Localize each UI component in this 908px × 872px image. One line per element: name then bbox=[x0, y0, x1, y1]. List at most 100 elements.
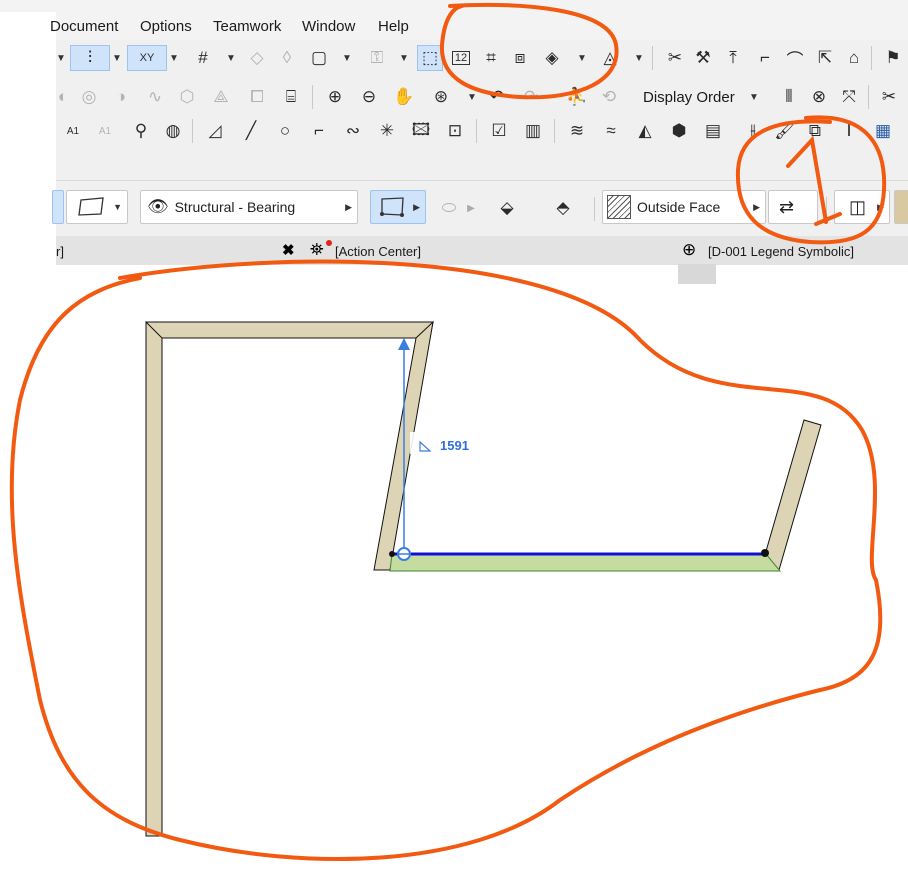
union-icon[interactable]: ◎ bbox=[76, 84, 102, 110]
trapezoid-wall-icon[interactable]: ⬙ bbox=[494, 195, 520, 221]
circle-icon[interactable]: ○ bbox=[272, 118, 298, 144]
tab-action-center[interactable]: [Action Center] bbox=[335, 244, 421, 259]
navigator-icon[interactable]: ⊗ bbox=[806, 84, 832, 110]
dropdown-arrow[interactable]: ▼ bbox=[226, 45, 236, 71]
menu-teamwork[interactable]: Teamwork bbox=[213, 18, 281, 35]
dropdown-arrow[interactable]: ▼ bbox=[112, 45, 122, 71]
shell-icon[interactable]: ◊ bbox=[274, 45, 300, 71]
flip-reference-button[interactable]: ⇄ bbox=[768, 190, 818, 224]
composite-icon[interactable]: ⬢ bbox=[666, 118, 692, 144]
curve-icon[interactable]: ∿ bbox=[142, 84, 168, 110]
layers-icon[interactable]: ≋ bbox=[564, 118, 590, 144]
tab-left-label[interactable]: r] bbox=[56, 244, 64, 259]
dropdown-arrow[interactable]: ▼ bbox=[169, 45, 179, 71]
fill-icon[interactable]: ◿ bbox=[202, 118, 228, 144]
triangle-circle-icon[interactable]: ◬ bbox=[597, 45, 623, 71]
slab-icon[interactable]: ◇ bbox=[244, 45, 270, 71]
menu-window[interactable]: Window bbox=[302, 18, 355, 35]
label-a1-grid-icon[interactable]: A1 bbox=[92, 118, 118, 144]
fit-window-icon[interactable]: ⊛ bbox=[428, 84, 454, 110]
dropdown-arrow[interactable]: ▼ bbox=[467, 84, 477, 110]
reference-line-button[interactable]: Outside Face ▶ bbox=[602, 190, 766, 224]
window-icon[interactable]: ▢ bbox=[306, 45, 332, 71]
layer-wall-button[interactable]: ◫ ▶ bbox=[834, 190, 890, 224]
scissors-icon[interactable]: ✂ bbox=[662, 45, 688, 71]
measure-icon[interactable]: 12 bbox=[446, 45, 476, 71]
hotspot-icon[interactable]: ✳ bbox=[374, 118, 400, 144]
magic-wand-icon[interactable]: ⬚ bbox=[417, 45, 443, 71]
fillet-icon[interactable]: ⌒ bbox=[782, 45, 808, 71]
group-icon[interactable]: ⧈ bbox=[507, 45, 533, 71]
box-icon[interactable]: ⧠ bbox=[244, 84, 270, 110]
geometry-method-button[interactable]: ▼ bbox=[66, 190, 128, 224]
zoom-in-icon[interactable]: ⊕ bbox=[322, 84, 348, 110]
tab-legend-symbolic[interactable]: [D-001 Legend Symbolic] bbox=[708, 244, 854, 259]
roof-icon[interactable]: ⌂ bbox=[841, 45, 867, 71]
table-grid-icon[interactable]: ▦ bbox=[870, 118, 896, 144]
walk-icon[interactable]: ⛹ bbox=[564, 84, 590, 110]
chevron-right-icon: ▶ bbox=[753, 201, 760, 212]
corner-icon[interactable]: ⌐ bbox=[752, 45, 778, 71]
profile-icon[interactable]: ▤ bbox=[700, 118, 726, 144]
dropdown-arrow[interactable]: ▼ bbox=[399, 45, 409, 71]
dropdown-arrow[interactable]: ▼ bbox=[634, 45, 644, 71]
close-tab-icon[interactable]: ✖ bbox=[282, 241, 295, 259]
explode-icon[interactable]: ⤧ bbox=[836, 84, 862, 110]
polygonal-wall-icon[interactable]: ⬘ bbox=[550, 195, 576, 221]
structural-function-button[interactable]: 👁 Structural - Bearing ▶ bbox=[140, 190, 358, 224]
slanted-wall-icon[interactable]: ⬭ bbox=[436, 195, 462, 221]
layer-toggle-icon[interactable]: ⫶ bbox=[70, 45, 110, 71]
subtract-icon[interactable]: ◑ bbox=[108, 84, 134, 110]
label-a1-icon[interactable]: A1 bbox=[60, 118, 86, 144]
hammer-icon[interactable]: ⚒ bbox=[690, 45, 716, 71]
morph-icon[interactable]: ⬡ bbox=[174, 84, 200, 110]
rotate-icon[interactable]: ◈ bbox=[539, 45, 565, 71]
flag-icon[interactable]: ⚑ bbox=[880, 45, 906, 71]
display-order-dropdown[interactable]: ▼ bbox=[749, 84, 759, 110]
menu-options[interactable]: Options bbox=[140, 18, 192, 35]
lock-icon[interactable]: ⚿ bbox=[364, 45, 390, 71]
spline-icon[interactable]: ∾ bbox=[340, 118, 366, 144]
hatch-icon[interactable]: ◭ bbox=[632, 118, 658, 144]
dropdown-arrow[interactable]: ▼ bbox=[577, 45, 587, 71]
info-box-left-fragment[interactable] bbox=[52, 190, 64, 224]
marker-pin-icon[interactable]: ⚲ bbox=[128, 118, 154, 144]
waves-icon[interactable]: ≈ bbox=[598, 118, 624, 144]
dimension-value: 1591 bbox=[440, 438, 469, 453]
mesh-icon[interactable]: ⟁ bbox=[208, 84, 234, 110]
resize-icon[interactable]: ⇱ bbox=[812, 45, 838, 71]
redo-zoom-icon[interactable]: ↷ bbox=[518, 84, 544, 110]
check-list-icon[interactable]: ☑ bbox=[486, 118, 512, 144]
sphere-icon[interactable]: ◐ bbox=[50, 84, 76, 110]
polyline-icon[interactable]: ⌐ bbox=[306, 118, 332, 144]
zoom-out-icon[interactable]: ⊖ bbox=[356, 84, 382, 110]
undo-zoom-icon[interactable]: ↶ bbox=[484, 84, 510, 110]
globe-icon[interactable]: ◍ bbox=[160, 118, 186, 144]
align-up-icon[interactable]: ⤒ bbox=[720, 45, 746, 71]
cylinder-icon[interactable]: ⌸ bbox=[278, 84, 304, 110]
columns-icon[interactable]: ▥ bbox=[520, 118, 546, 144]
dropdown-arrow[interactable]: ▶ bbox=[466, 195, 476, 221]
beam-icon[interactable]: Ⅰ bbox=[836, 118, 862, 144]
intersect-icon[interactable]: ⌗ bbox=[478, 45, 504, 71]
wall-section-icon: ◫ bbox=[849, 196, 867, 217]
dropdown-arrow[interactable]: ▼ bbox=[56, 45, 66, 71]
pan-hand-icon[interactable]: ✋ bbox=[391, 84, 417, 110]
dropdown-arrow[interactable]: ▼ bbox=[342, 45, 352, 71]
scissors-icon[interactable]: ✂ bbox=[876, 84, 902, 110]
orbit-icon[interactable]: ⟲ bbox=[596, 84, 622, 110]
figure-icon[interactable]: 🖾 bbox=[408, 118, 434, 144]
menu-help[interactable]: Help bbox=[378, 18, 409, 35]
menu-document[interactable]: Document bbox=[50, 18, 118, 35]
pen-set-icon[interactable]: ⫲ bbox=[740, 118, 766, 144]
favorites-icon[interactable]: ⧉ bbox=[802, 118, 828, 144]
line-icon[interactable]: ╱ bbox=[238, 118, 264, 144]
material-swatch[interactable] bbox=[894, 190, 908, 224]
paint-brush-icon[interactable]: 🖌 bbox=[772, 118, 798, 144]
coordinate-xy-icon[interactable]: XY bbox=[127, 45, 167, 71]
drawing-icon[interactable]: ⊡ bbox=[442, 118, 468, 144]
display-order-label[interactable]: Display Order bbox=[643, 89, 735, 106]
grid-icon[interactable]: # bbox=[190, 45, 216, 71]
bar-chart-icon[interactable]: ⫴ bbox=[776, 84, 802, 110]
straight-wall-button[interactable]: ▶ bbox=[370, 190, 426, 224]
